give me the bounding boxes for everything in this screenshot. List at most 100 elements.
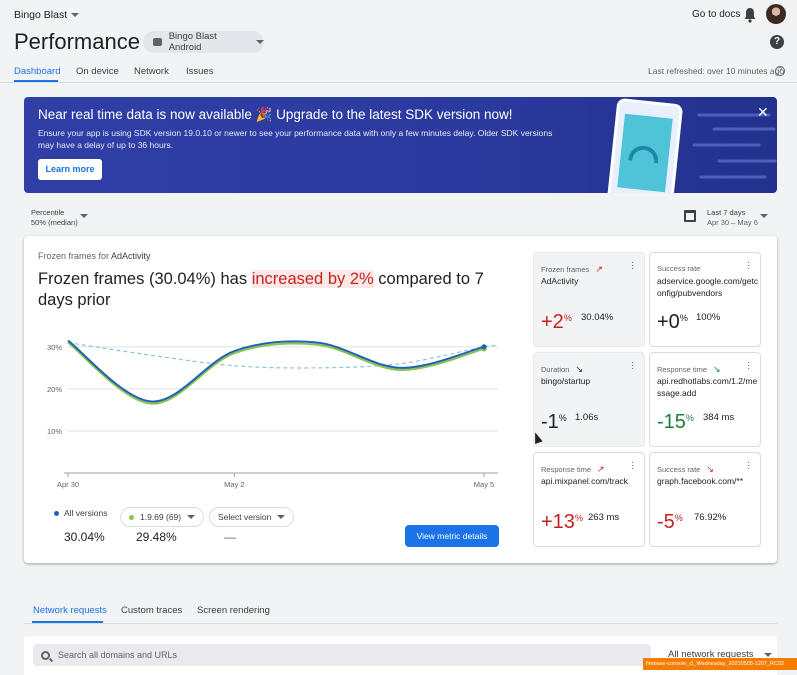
tab-custom-traces[interactable]: Custom traces [121, 605, 182, 616]
series-line [67, 339, 485, 403]
card-subtitle-target: AdActivity [111, 251, 151, 261]
bottom-tab-bar: Network requests Custom traces Screen re… [24, 600, 777, 624]
view-metric-details-button[interactable]: View metric details [405, 525, 499, 547]
tab-issues[interactable]: Issues [186, 66, 213, 77]
chevron-down-icon [277, 515, 286, 519]
y-tick-label: 20% [47, 385, 62, 394]
frozen-frames-chart: 10% 20% 30% Apr 30 May 2 May 5 [47, 339, 499, 489]
trend-down-icon: ↘ [575, 364, 583, 374]
more-vert-icon[interactable]: · · · [631, 458, 634, 474]
percent-sign: % [685, 413, 694, 423]
metric-type: Success rate [657, 264, 700, 273]
x-tick-label: Apr 30 [57, 480, 79, 489]
metric-value: 76.92% [694, 512, 727, 523]
metric-delta: +0% [657, 311, 688, 334]
metric-name: AdActivity [541, 276, 579, 286]
learn-more-button[interactable]: Learn more [38, 159, 102, 180]
insight-headline: Frozen frames (30.04%) has increased by … [38, 269, 508, 311]
series-dot [129, 514, 134, 520]
trend-up-icon: ↗ [595, 264, 603, 274]
metric-type-label: Response time [657, 365, 708, 374]
active-tab-indicator [14, 80, 58, 82]
chevron-down-icon [187, 515, 196, 519]
metric-type: Response time ↗ [541, 464, 605, 475]
help-icon[interactable]: ? [770, 35, 784, 49]
tab-on-device[interactable]: On device [76, 66, 119, 77]
metric-delta-value: +2 [541, 311, 564, 333]
more-vert-icon[interactable]: · · · [747, 258, 750, 274]
active-tab-indicator [32, 621, 103, 623]
metric-name: api.mixpanel.com/track [541, 476, 628, 486]
x-tick-label: May 2 [224, 480, 244, 489]
percent-sign: % [574, 513, 583, 523]
legend-select-value: — [224, 530, 236, 544]
version-chip-label: 1.9.69 (69) [140, 512, 182, 522]
close-icon[interactable]: ✕ [757, 104, 769, 121]
metric-card[interactable]: Duration ↘ · · · bingo/startup -1% 1.06s [533, 352, 645, 447]
bell-icon[interactable] [743, 7, 757, 23]
card-subtitle: Frozen frames for AdActivity [38, 251, 151, 261]
metric-type-label: Success rate [657, 465, 701, 474]
tab-dashboard[interactable]: Dashboard [14, 66, 60, 77]
app-selector-label: Bingo Blast Android [168, 31, 217, 53]
metric-delta-value: -1 [541, 411, 559, 433]
project-selector[interactable]: Bingo Blast [14, 9, 80, 21]
legend-version-value: 29.48% [136, 530, 177, 544]
chevron-down-icon[interactable] [760, 214, 768, 218]
metric-type-label: Success rate [657, 264, 701, 273]
more-vert-icon[interactable]: · · · [747, 358, 750, 374]
avatar[interactable] [766, 4, 786, 24]
help-outline-icon[interactable]: ? [775, 66, 785, 76]
app-selector[interactable]: Bingo Blast Android [143, 31, 264, 53]
metric-card[interactable]: Success rate ↘ · · · graph.facebook.com/** … [649, 452, 761, 547]
more-vert-icon[interactable]: · · · [747, 458, 750, 474]
calendar-icon [684, 210, 696, 222]
trend-up-icon: ↗ [597, 464, 605, 474]
metric-card[interactable]: Response time ↗ · · · api.mixpanel.com/trac… [533, 452, 645, 547]
metric-value: 384 ms [703, 412, 735, 423]
metric-card[interactable]: Response time ↘ · · · api.redhotlabs.com/1.… [649, 352, 761, 447]
metric-name: adservice.google.com/getconfig/pubvendor… [657, 276, 759, 298]
chevron-down-icon [71, 13, 80, 17]
date-range-label[interactable]: Last 7 days [707, 208, 745, 217]
y-tick-label: 30% [47, 343, 62, 352]
date-range-value[interactable]: Apr 30 – May 6 [707, 218, 758, 227]
search-icon [41, 650, 50, 660]
select-version-dropdown[interactable]: Select version [209, 507, 295, 527]
metric-delta: +2% [541, 311, 572, 334]
metric-card[interactable]: Success rate · · · adservice.google.com/ge… [649, 252, 761, 347]
percent-sign: % [563, 313, 572, 323]
gauge-icon [628, 144, 660, 164]
percentile-label: Percentile [31, 208, 65, 217]
metric-card[interactable]: Frozen frames ↗ · · · AdActivity +2% 30.04% [533, 252, 645, 347]
phone-screen [617, 113, 673, 193]
legend-all-label: All versions [64, 508, 108, 518]
metric-delta: -1% [541, 411, 567, 434]
percent-sign: % [679, 313, 688, 323]
metric-value: 30.04% [581, 312, 614, 323]
tab-network-requests[interactable]: Network requests [33, 605, 107, 616]
x-tick-label: May 5 [474, 480, 494, 489]
metric-delta: -5% [657, 511, 683, 534]
percent-sign: % [674, 513, 683, 523]
tab-screen-rendering[interactable]: Screen rendering [197, 605, 270, 616]
percentile-select[interactable]: 50% (median) [31, 218, 78, 227]
go-to-docs-link[interactable]: Go to docs [692, 9, 740, 20]
metric-type: Duration ↘ [541, 364, 583, 375]
metric-delta: +13% [541, 511, 583, 534]
tab-network[interactable]: Network [134, 66, 169, 77]
metric-value: 100% [696, 312, 721, 323]
search-input[interactable]: Search all domains and URLs [33, 644, 651, 666]
more-vert-icon[interactable]: · · · [631, 358, 634, 374]
version-chip[interactable]: 1.9.69 (69) [120, 507, 205, 527]
series-dot [54, 510, 59, 516]
project-name: Bingo Blast [14, 9, 68, 21]
trend-down-icon: ↘ [713, 364, 721, 374]
chevron-down-icon[interactable] [80, 214, 88, 218]
legend-all-versions: All versions [54, 508, 107, 518]
headline-pre: Frozen frames (30.04%) has [38, 270, 248, 288]
android-icon [153, 38, 162, 46]
metric-type-label: Response time [541, 465, 592, 474]
more-vert-icon[interactable]: · · · [631, 258, 634, 274]
phone-illustration [606, 97, 684, 193]
